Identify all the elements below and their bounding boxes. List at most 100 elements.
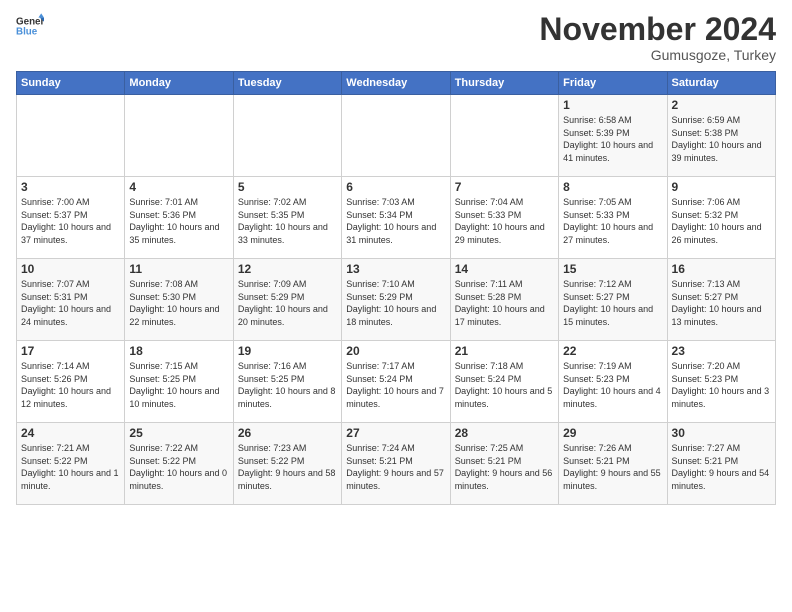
cell-info: Sunrise: 7:01 AMSunset: 5:36 PMDaylight:… — [129, 196, 228, 246]
day-number: 17 — [21, 344, 120, 358]
cell-info: Sunrise: 7:15 AMSunset: 5:25 PMDaylight:… — [129, 360, 228, 410]
header-friday: Friday — [559, 72, 667, 95]
day-number: 26 — [238, 426, 337, 440]
cell-2-0: 10 Sunrise: 7:07 AMSunset: 5:31 PMDayligh… — [17, 259, 125, 341]
cell-info: Sunrise: 7:05 AMSunset: 5:33 PMDaylight:… — [563, 196, 662, 246]
header: General Blue November 2024 Gumusgoze, Tu… — [16, 12, 776, 63]
header-monday: Monday — [125, 72, 233, 95]
header-tuesday: Tuesday — [233, 72, 341, 95]
week-row-2: 3 Sunrise: 7:00 AMSunset: 5:37 PMDaylight… — [17, 177, 776, 259]
cell-4-3: 27 Sunrise: 7:24 AMSunset: 5:21 PMDayligh… — [342, 423, 450, 505]
day-number: 14 — [455, 262, 554, 276]
cell-1-0: 3 Sunrise: 7:00 AMSunset: 5:37 PMDaylight… — [17, 177, 125, 259]
cell-info: Sunrise: 7:04 AMSunset: 5:33 PMDaylight:… — [455, 196, 554, 246]
day-number: 18 — [129, 344, 228, 358]
cell-info: Sunrise: 7:10 AMSunset: 5:29 PMDaylight:… — [346, 278, 445, 328]
cell-info: Sunrise: 7:26 AMSunset: 5:21 PMDaylight:… — [563, 442, 662, 492]
day-number: 4 — [129, 180, 228, 194]
day-number: 20 — [346, 344, 445, 358]
day-number: 27 — [346, 426, 445, 440]
day-number: 1 — [563, 98, 662, 112]
cell-2-5: 15Sunrise: 7:12 AMSunset: 5:27 PMDayligh… — [559, 259, 667, 341]
cell-2-4: 14 Sunrise: 7:11 AMSunset: 5:28 PMDayligh… — [450, 259, 558, 341]
day-number: 11 — [129, 262, 228, 276]
cell-info: Sunrise: 7:16 AMSunset: 5:25 PMDaylight:… — [238, 360, 337, 410]
cell-0-5: 1 Sunrise: 6:58 AMSunset: 5:39 PMDaylight… — [559, 95, 667, 177]
day-number: 12 — [238, 262, 337, 276]
header-thursday: Thursday — [450, 72, 558, 95]
day-number: 5 — [238, 180, 337, 194]
cell-info: Sunrise: 7:25 AMSunset: 5:21 PMDaylight:… — [455, 442, 554, 492]
day-number: 19 — [238, 344, 337, 358]
day-number: 21 — [455, 344, 554, 358]
cell-2-3: 13Sunrise: 7:10 AMSunset: 5:29 PMDayligh… — [342, 259, 450, 341]
cell-info: Sunrise: 7:08 AMSunset: 5:30 PMDaylight:… — [129, 278, 228, 328]
calendar-header-row: Sunday Monday Tuesday Wednesday Thursday… — [17, 72, 776, 95]
month-title: November 2024 — [539, 12, 776, 47]
cell-4-0: 24 Sunrise: 7:21 AMSunset: 5:22 PMDayligh… — [17, 423, 125, 505]
cell-0-2 — [233, 95, 341, 177]
header-sunday: Sunday — [17, 72, 125, 95]
day-number: 15 — [563, 262, 662, 276]
day-number: 28 — [455, 426, 554, 440]
day-number: 3 — [21, 180, 120, 194]
cell-info: Sunrise: 7:27 AMSunset: 5:21 PMDaylight:… — [672, 442, 771, 492]
cell-3-5: 22 Sunrise: 7:19 AMSunset: 5:23 PMDayligh… — [559, 341, 667, 423]
cell-info: Sunrise: 7:14 AMSunset: 5:26 PMDaylight:… — [21, 360, 120, 410]
cell-info: Sunrise: 7:00 AMSunset: 5:37 PMDaylight:… — [21, 196, 120, 246]
cell-4-1: 25 Sunrise: 7:22 AMSunset: 5:22 PMDayligh… — [125, 423, 233, 505]
cell-3-3: 20 Sunrise: 7:17 AMSunset: 5:24 PMDayligh… — [342, 341, 450, 423]
cell-info: Sunrise: 6:59 AMSunset: 5:38 PMDaylight:… — [672, 114, 771, 164]
location-subtitle: Gumusgoze, Turkey — [539, 47, 776, 63]
cell-0-3 — [342, 95, 450, 177]
cell-0-6: 2 Sunrise: 6:59 AMSunset: 5:38 PMDaylight… — [667, 95, 775, 177]
cell-info: Sunrise: 7:18 AMSunset: 5:24 PMDaylight:… — [455, 360, 554, 410]
day-number: 8 — [563, 180, 662, 194]
day-number: 24 — [21, 426, 120, 440]
cell-4-6: 30 Sunrise: 7:27 AMSunset: 5:21 PMDayligh… — [667, 423, 775, 505]
cell-0-1 — [125, 95, 233, 177]
day-number: 6 — [346, 180, 445, 194]
cell-info: Sunrise: 7:24 AMSunset: 5:21 PMDaylight:… — [346, 442, 445, 492]
cell-info: Sunrise: 7:22 AMSunset: 5:22 PMDaylight:… — [129, 442, 228, 492]
day-number: 25 — [129, 426, 228, 440]
header-wednesday: Wednesday — [342, 72, 450, 95]
cell-info: Sunrise: 6:58 AMSunset: 5:39 PMDaylight:… — [563, 114, 662, 164]
cell-1-2: 5Sunrise: 7:02 AMSunset: 5:35 PMDaylight… — [233, 177, 341, 259]
cell-info: Sunrise: 7:13 AMSunset: 5:27 PMDaylight:… — [672, 278, 771, 328]
cell-3-4: 21 Sunrise: 7:18 AMSunset: 5:24 PMDayligh… — [450, 341, 558, 423]
cell-1-6: 9 Sunrise: 7:06 AMSunset: 5:32 PMDaylight… — [667, 177, 775, 259]
logo: General Blue — [16, 12, 44, 40]
cell-info: Sunrise: 7:17 AMSunset: 5:24 PMDaylight:… — [346, 360, 445, 410]
cell-4-4: 28 Sunrise: 7:25 AMSunset: 5:21 PMDayligh… — [450, 423, 558, 505]
day-number: 2 — [672, 98, 771, 112]
cell-info: Sunrise: 7:07 AMSunset: 5:31 PMDaylight:… — [21, 278, 120, 328]
cell-1-3: 6Sunrise: 7:03 AMSunset: 5:34 PMDaylight… — [342, 177, 450, 259]
cell-3-2: 19 Sunrise: 7:16 AMSunset: 5:25 PMDayligh… — [233, 341, 341, 423]
day-number: 7 — [455, 180, 554, 194]
week-row-3: 10 Sunrise: 7:07 AMSunset: 5:31 PMDayligh… — [17, 259, 776, 341]
day-number: 10 — [21, 262, 120, 276]
calendar-table: Sunday Monday Tuesday Wednesday Thursday… — [16, 71, 776, 505]
day-number: 22 — [563, 344, 662, 358]
cell-info: Sunrise: 7:06 AMSunset: 5:32 PMDaylight:… — [672, 196, 771, 246]
cell-info: Sunrise: 7:11 AMSunset: 5:28 PMDaylight:… — [455, 278, 554, 328]
cell-3-0: 17 Sunrise: 7:14 AMSunset: 5:26 PMDayligh… — [17, 341, 125, 423]
page-container: General Blue November 2024 Gumusgoze, Tu… — [0, 0, 792, 513]
week-row-1: 1 Sunrise: 6:58 AMSunset: 5:39 PMDaylight… — [17, 95, 776, 177]
day-number: 23 — [672, 344, 771, 358]
cell-0-4 — [450, 95, 558, 177]
cell-2-1: 11 Sunrise: 7:08 AMSunset: 5:30 PMDayligh… — [125, 259, 233, 341]
cell-0-0 — [17, 95, 125, 177]
cell-info: Sunrise: 7:21 AMSunset: 5:22 PMDaylight:… — [21, 442, 120, 492]
day-number: 29 — [563, 426, 662, 440]
cell-1-1: 4 Sunrise: 7:01 AMSunset: 5:36 PMDaylight… — [125, 177, 233, 259]
day-number: 16 — [672, 262, 771, 276]
week-row-5: 24 Sunrise: 7:21 AMSunset: 5:22 PMDayligh… — [17, 423, 776, 505]
cell-3-6: 23Sunrise: 7:20 AMSunset: 5:23 PMDayligh… — [667, 341, 775, 423]
day-number: 9 — [672, 180, 771, 194]
cell-1-4: 7 Sunrise: 7:04 AMSunset: 5:33 PMDaylight… — [450, 177, 558, 259]
day-number: 30 — [672, 426, 771, 440]
title-block: November 2024 Gumusgoze, Turkey — [539, 12, 776, 63]
cell-info: Sunrise: 7:19 AMSunset: 5:23 PMDaylight:… — [563, 360, 662, 410]
